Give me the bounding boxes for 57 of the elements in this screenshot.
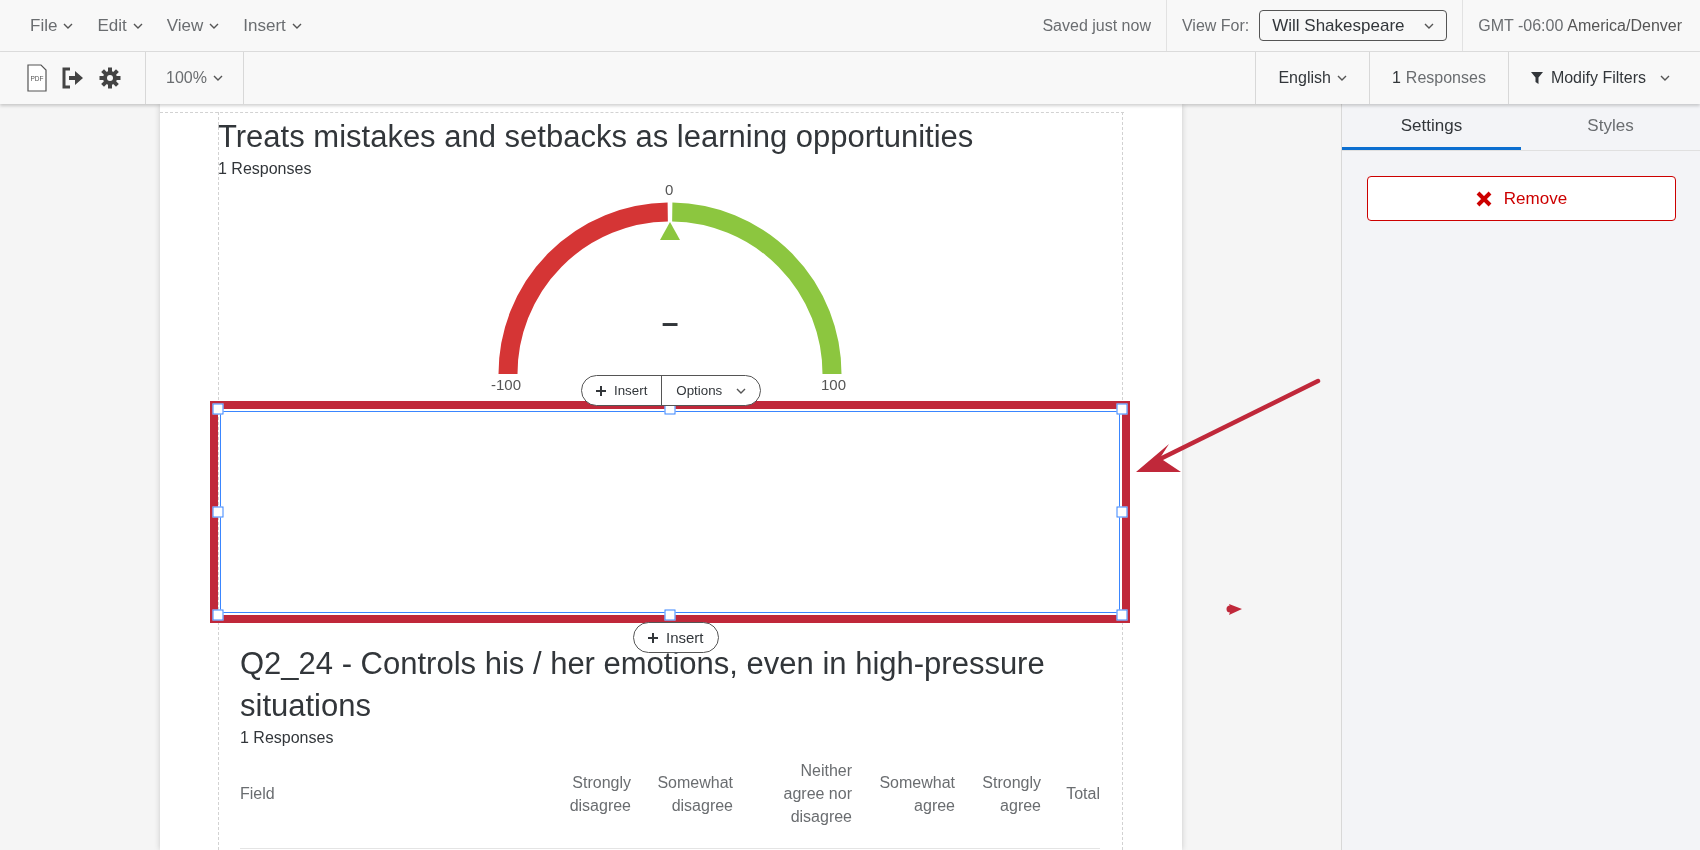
column-header: Total	[1066, 784, 1100, 804]
response-count: 1 Responses	[218, 160, 313, 178]
resize-handle[interactable]	[212, 609, 224, 621]
resize-handle[interactable]	[1116, 506, 1128, 518]
widget-title: Treats mistakes and setbacks as learning opportunities	[218, 118, 975, 156]
remove-button[interactable]: Remove	[1367, 176, 1676, 221]
responses-label: Responses	[1405, 69, 1486, 87]
chevron-down-icon	[209, 22, 220, 29]
chevron-down-icon	[1424, 22, 1435, 29]
menu-item[interactable]: Insert	[243, 15, 302, 36]
export-icon[interactable]	[62, 67, 84, 89]
chevron-down-icon	[1660, 75, 1670, 81]
column-header: Somewhat disagree	[656, 772, 733, 816]
resize-handle[interactable]	[1116, 403, 1128, 415]
options-dropdown[interactable]: Options	[661, 376, 761, 405]
chevron-down-icon	[736, 387, 747, 394]
gauge-max-label: 100	[821, 376, 847, 393]
menu-item[interactable]: Edit	[97, 15, 143, 36]
gauge-mid-label: 0	[665, 181, 674, 198]
column-header: Field	[240, 784, 275, 804]
selected-block[interactable]	[210, 401, 1130, 623]
settings-icon[interactable]	[99, 67, 121, 89]
response-count: 1	[1391, 69, 1401, 87]
save-status: Saved just now	[1042, 16, 1152, 35]
panel-tab[interactable]: Styles	[1521, 104, 1700, 150]
timezone-name: America/Denver	[1567, 16, 1682, 35]
gauge-min-label: -100	[491, 376, 522, 393]
column-header: Somewhat agree	[878, 772, 955, 816]
insert-button[interactable]: Insert	[633, 622, 719, 653]
resize-handle[interactable]	[212, 506, 224, 518]
close-icon	[1475, 190, 1492, 207]
triangle-marker-icon	[660, 222, 680, 240]
chevron-down-icon	[1336, 75, 1347, 81]
plus-icon	[596, 385, 606, 396]
column-header: Strongly agree	[981, 772, 1041, 816]
arrowhead-icon	[1226, 604, 1242, 615]
panel-tab[interactable]: Settings	[1342, 104, 1521, 150]
plus-icon	[648, 632, 658, 643]
insert-button[interactable]: Insert	[582, 376, 662, 405]
resize-handle[interactable]	[664, 403, 676, 415]
resize-handle[interactable]	[1116, 609, 1128, 621]
menu-item[interactable]: View	[166, 15, 220, 36]
view-for-label: View For:	[1181, 16, 1250, 35]
column-header: Strongly disagree	[568, 772, 631, 816]
resize-handle[interactable]	[664, 609, 676, 621]
chevron-down-icon	[132, 22, 143, 29]
view-for-dropdown[interactable]: Will Shakespeare	[1259, 10, 1448, 41]
timezone-offset: GMT -06:00	[1478, 16, 1564, 35]
chevron-down-icon	[212, 75, 223, 81]
chevron-down-icon	[291, 22, 302, 29]
menu-item[interactable]: File	[30, 15, 74, 36]
column-header: Neither agree nor disagree	[782, 761, 852, 827]
response-count: 1 Responses	[240, 729, 335, 747]
filter-icon	[1530, 72, 1543, 84]
gauge-value: –	[660, 306, 680, 340]
resize-handle[interactable]	[212, 403, 224, 415]
chevron-down-icon	[63, 22, 74, 29]
